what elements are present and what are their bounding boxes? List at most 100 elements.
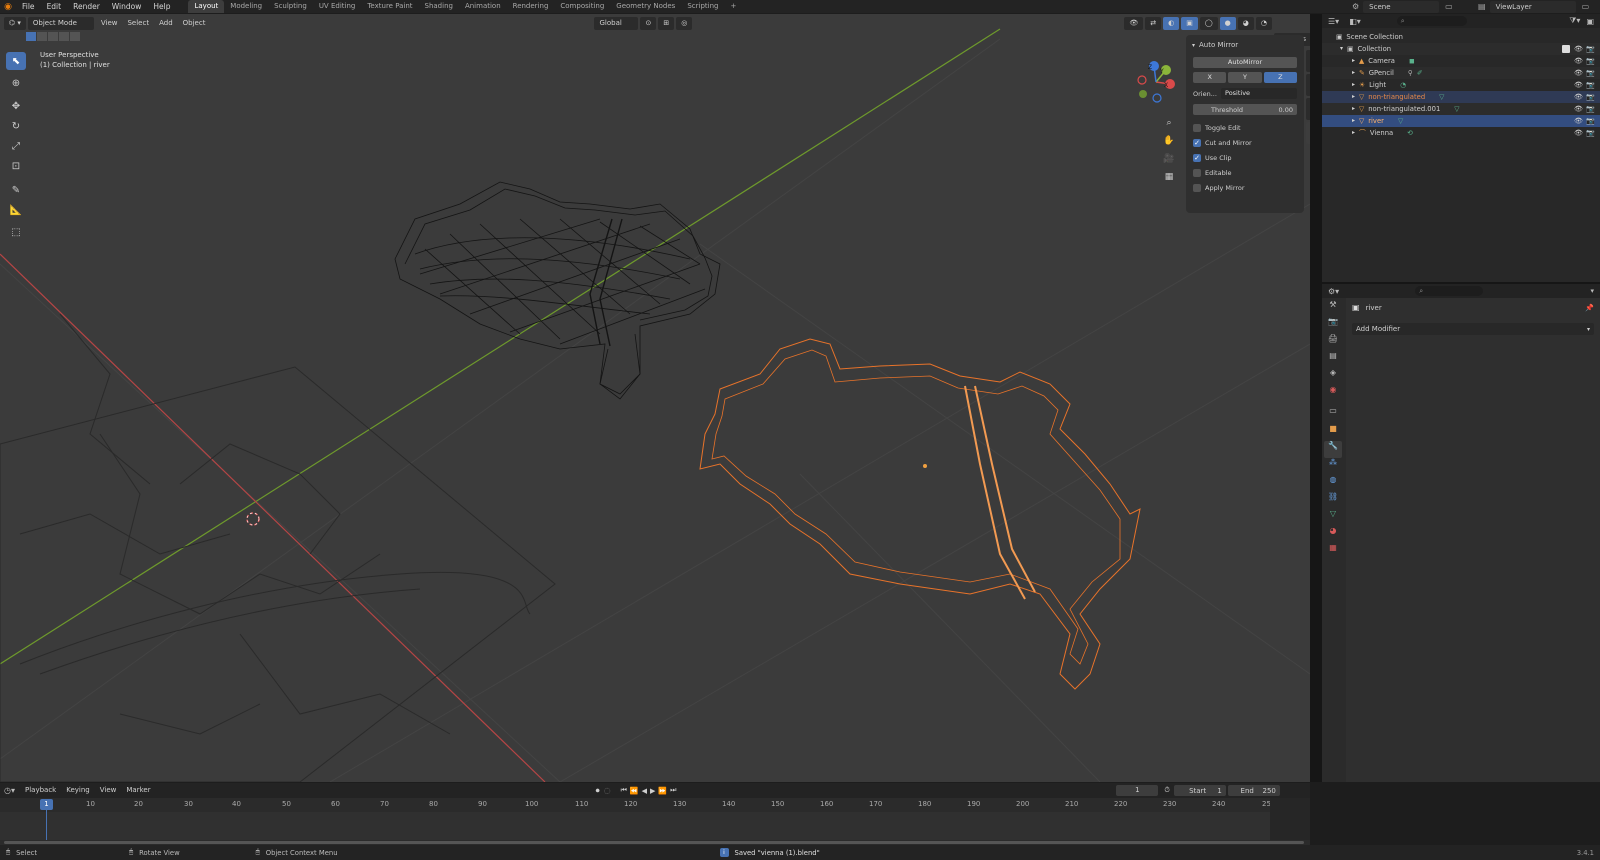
outliner-row-camera[interactable]: ▸ ▲ Camera ◼ 👁 📷 bbox=[1322, 55, 1600, 67]
eye-icon[interactable]: 👁 bbox=[1574, 55, 1583, 67]
display-mode-icon[interactable]: ◧▾ bbox=[1349, 17, 1361, 26]
jump-end-icon[interactable]: ⏭ bbox=[670, 786, 676, 795]
next-keyframe-icon[interactable]: ⏩ bbox=[658, 787, 667, 795]
keying-set-icon[interactable]: ◌ bbox=[604, 786, 611, 795]
solid-shading-icon[interactable]: ● bbox=[1219, 16, 1236, 30]
expand-arrow-icon[interactable]: ▸ bbox=[1352, 91, 1355, 103]
ortho-grid-icon[interactable]: ▦ bbox=[1160, 168, 1178, 186]
playhead-line[interactable] bbox=[46, 810, 47, 840]
record-keyframe-icon[interactable]: ⏺ bbox=[596, 786, 600, 796]
properties-options-icon[interactable]: ▾ bbox=[1590, 287, 1594, 295]
timeline-ruler[interactable]: 10 20 30 40 50 60 70 80 90 100 110 120 1… bbox=[0, 798, 1310, 812]
overlay-toggle-icon[interactable]: ◐ bbox=[1163, 16, 1180, 30]
object-properties-icon[interactable]: ■ bbox=[1324, 424, 1342, 441]
outliner-row-non-triangulated[interactable]: ▸ ▽ non-triangulated ▽ 👁 📷 bbox=[1322, 91, 1600, 103]
collection-include-checkbox[interactable] bbox=[1562, 45, 1570, 53]
timeline-editor-type-icon[interactable]: ◷▾ bbox=[4, 786, 20, 795]
timeline-scrollbar[interactable] bbox=[4, 841, 1304, 844]
workspace-tab-texture-paint[interactable]: Texture Paint bbox=[361, 0, 418, 13]
visibility-icon[interactable]: 👁 bbox=[1124, 16, 1144, 30]
camera-render-icon[interactable]: 📷 bbox=[1586, 67, 1595, 79]
viewport-menu-add[interactable]: Add bbox=[154, 17, 178, 30]
orientation-gizmo[interactable] bbox=[1130, 56, 1182, 108]
outliner-row-river[interactable]: ▸ ▽ river ▽ 👁 📷 bbox=[1322, 115, 1600, 127]
particles-properties-icon[interactable]: ⁂ bbox=[1324, 458, 1342, 475]
new-collection-icon[interactable]: ▣ bbox=[1586, 17, 1594, 26]
measure-tool[interactable]: 📐 bbox=[6, 201, 26, 219]
timeline-menu-view[interactable]: View bbox=[95, 784, 122, 797]
workspace-tab-compositing[interactable]: Compositing bbox=[554, 0, 610, 13]
select-invert-icon[interactable] bbox=[59, 32, 69, 41]
cut-and-mirror-checkbox[interactable]: ✓ Cut and Mirror bbox=[1193, 136, 1297, 149]
menu-file[interactable]: File bbox=[16, 0, 41, 13]
collection-properties-icon[interactable]: ▭ bbox=[1324, 402, 1342, 424]
xray-toggle-icon[interactable]: ▣ bbox=[1181, 16, 1198, 30]
timeline-track-area[interactable] bbox=[0, 812, 1310, 840]
data-properties-icon[interactable]: ▽ bbox=[1324, 509, 1342, 526]
eye-icon[interactable]: 👁 bbox=[1574, 115, 1583, 127]
outliner-row-vienna[interactable]: ▸ ⌒ Vienna ⟲ 👁 📷 bbox=[1322, 127, 1600, 139]
outliner-row-gpencil[interactable]: ▸ ✎ GPencil ⚲ ✐ 👁 📷 bbox=[1322, 67, 1600, 79]
rendered-shading-icon[interactable]: ◔ bbox=[1255, 16, 1272, 30]
area-divider-vertical[interactable] bbox=[1310, 14, 1322, 782]
tool-settings-icon[interactable]: ⚒ bbox=[1324, 300, 1342, 317]
properties-search-field[interactable]: ⌕ bbox=[1415, 286, 1484, 296]
navigation-gizmo[interactable] bbox=[1130, 56, 1182, 108]
workspace-tab-animation[interactable]: Animation bbox=[459, 0, 507, 13]
eye-icon[interactable]: 👁 bbox=[1574, 43, 1583, 55]
render-properties-icon[interactable]: 📷 bbox=[1324, 317, 1342, 334]
texture-properties-icon[interactable]: ▦ bbox=[1324, 543, 1342, 560]
rotate-tool[interactable]: ↻ bbox=[6, 117, 26, 135]
pan-hand-icon[interactable]: ✋ bbox=[1160, 132, 1178, 150]
automirror-button[interactable]: AutoMirror bbox=[1193, 57, 1297, 68]
camera-render-icon[interactable]: 📷 bbox=[1586, 91, 1595, 103]
expand-arrow-icon[interactable]: ▸ bbox=[1352, 79, 1355, 91]
timeline-menu-marker[interactable]: Marker bbox=[121, 784, 155, 797]
axis-y-button[interactable]: Y bbox=[1228, 72, 1262, 83]
world-properties-icon[interactable]: ◉ bbox=[1324, 385, 1342, 402]
workspace-tab-geometry-nodes[interactable]: Geometry Nodes bbox=[610, 0, 681, 13]
select-box-tool[interactable]: ⬉ bbox=[6, 52, 26, 70]
timeline-menu-keying[interactable]: Keying bbox=[61, 784, 95, 797]
view-layer-selector[interactable]: ViewLayer bbox=[1489, 0, 1576, 13]
menu-help[interactable]: Help bbox=[147, 0, 176, 13]
wireframe-shading-icon[interactable]: ◯ bbox=[1199, 16, 1218, 30]
play-reverse-icon[interactable]: ◀ bbox=[642, 787, 647, 795]
camera-render-icon[interactable]: 📷 bbox=[1586, 43, 1595, 55]
timeline-menu-playback[interactable]: Playback bbox=[20, 784, 61, 797]
menu-window[interactable]: Window bbox=[106, 0, 148, 13]
add-modifier-dropdown[interactable]: Add Modifier ▾ bbox=[1352, 323, 1594, 335]
new-view-layer-icon[interactable]: ▭ bbox=[1582, 2, 1590, 11]
apply-mirror-checkbox[interactable]: Apply Mirror bbox=[1193, 181, 1297, 194]
axis-x-button[interactable]: X bbox=[1193, 72, 1227, 83]
workspace-tab-shading[interactable]: Shading bbox=[419, 0, 459, 13]
3d-viewport[interactable]: ⌬ ▾ Object Mode View Select Add Object G… bbox=[0, 14, 1310, 782]
camera-render-icon[interactable]: 📷 bbox=[1586, 103, 1595, 115]
threshold-field[interactable]: Threshold 0.00 bbox=[1193, 104, 1297, 115]
select-subtract-icon[interactable] bbox=[48, 32, 58, 41]
eye-icon[interactable]: 👁 bbox=[1574, 103, 1583, 115]
view-layer-properties-icon[interactable]: ▤ bbox=[1324, 351, 1342, 368]
end-frame-field[interactable]: End 250 bbox=[1227, 785, 1280, 796]
viewport-menu-object[interactable]: Object bbox=[178, 17, 211, 30]
scene-properties-icon[interactable]: ◈ bbox=[1324, 368, 1342, 385]
blender-logo-icon[interactable]: ◉ bbox=[0, 2, 16, 12]
annotate-tool[interactable]: ✎ bbox=[6, 181, 26, 199]
workspace-tab-scripting[interactable]: Scripting bbox=[681, 0, 724, 13]
material-properties-icon[interactable]: ◕ bbox=[1324, 526, 1342, 543]
zoom-icon[interactable]: ⌕ bbox=[1160, 114, 1178, 132]
expand-arrow-icon[interactable]: ▸ bbox=[1352, 115, 1355, 127]
pivot-point-icon[interactable]: ⊙ bbox=[640, 16, 657, 30]
jump-start-icon[interactable]: ⏮ bbox=[621, 786, 627, 795]
workspace-tab-layout[interactable]: Layout bbox=[188, 0, 225, 13]
snap-icon[interactable]: ⊞ bbox=[658, 16, 675, 30]
use-clip-checkbox[interactable]: ✓ Use Clip bbox=[1193, 151, 1297, 164]
proportional-edit-icon[interactable]: ◎ bbox=[676, 16, 693, 30]
expand-arrow-icon[interactable]: ▾ bbox=[1340, 43, 1343, 55]
outliner-row-non-triangulated-001[interactable]: ▸ ▽ non-triangulated.001 ▽ 👁 📷 bbox=[1322, 103, 1600, 115]
select-extend-icon[interactable] bbox=[37, 32, 47, 41]
eye-icon[interactable]: 👁 bbox=[1574, 127, 1583, 139]
orientation-dropdown[interactable]: Positive bbox=[1221, 88, 1297, 99]
output-properties-icon[interactable]: 🖨 bbox=[1324, 334, 1342, 351]
add-cube-tool[interactable]: ⬚ bbox=[6, 223, 26, 241]
